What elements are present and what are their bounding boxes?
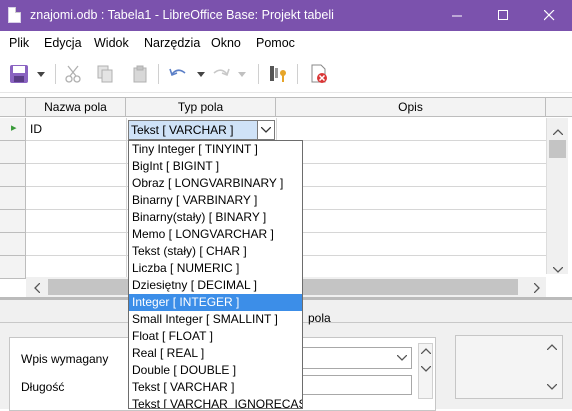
help-text-box — [455, 335, 563, 399]
grid-vertical-scrollbar[interactable] — [546, 118, 568, 274]
type-option[interactable]: Double [ DOUBLE ] — [129, 362, 302, 379]
type-option[interactable]: Small Integer [ SMALLINT ] — [129, 311, 302, 328]
length-label: Długość — [21, 380, 65, 394]
menu-edit[interactable]: Edycja — [44, 36, 82, 50]
properties-section-label: pola — [308, 311, 331, 325]
menu-window[interactable]: Okno — [211, 36, 241, 50]
field-type-dropdown-list: Tiny Integer [ TINYINT ] BigInt [ BIGINT… — [128, 140, 303, 409]
menu-file[interactable]: Plik — [9, 36, 29, 50]
undo-dropdown-button[interactable] — [195, 63, 207, 85]
type-option-selected[interactable]: Integer [ INTEGER ] — [129, 294, 302, 311]
type-option[interactable]: Obraz [ LONGVARBINARY ] — [129, 175, 302, 192]
redo-button[interactable] — [210, 63, 232, 85]
grid-header-filler — [546, 97, 572, 117]
paste-button[interactable] — [130, 63, 152, 85]
copy-icon — [97, 65, 113, 83]
grid-line — [126, 118, 127, 278]
scroll-up-icon[interactable] — [552, 124, 564, 138]
scissors-icon — [65, 65, 81, 83]
maximize-icon — [497, 10, 508, 20]
row-header-current[interactable]: ▸ — [0, 118, 26, 141]
minimize-button[interactable] — [434, 0, 480, 31]
description-cell[interactable] — [280, 122, 540, 138]
toolbar-separator — [158, 64, 159, 84]
save-button[interactable] — [8, 63, 30, 85]
redo-icon — [213, 68, 230, 77]
row-header[interactable] — [0, 164, 26, 187]
type-option[interactable]: Dziesiętny [ DECIMAL ] — [129, 277, 302, 294]
menu-tools[interactable]: Narzędzia — [144, 36, 200, 50]
chevron-down-icon — [197, 71, 205, 77]
scroll-right-icon[interactable] — [533, 282, 540, 296]
type-option[interactable]: Binarny [ VARBINARY ] — [129, 192, 302, 209]
index-design-icon — [311, 64, 327, 83]
toolbar-separator — [258, 64, 259, 84]
primary-key-icon — [270, 66, 286, 82]
toolbar-separator — [55, 64, 56, 84]
menu-bar: Plik Edycja Widok Narzędzia Okno Pomoc — [0, 31, 572, 55]
scroll-up-icon[interactable] — [547, 344, 557, 350]
row-header[interactable] — [0, 233, 26, 256]
index-design-button[interactable] — [308, 63, 330, 85]
chevron-down-icon — [261, 127, 271, 133]
scroll-down-icon[interactable] — [552, 262, 564, 276]
type-option[interactable]: Memo [ LONGVARCHAR ] — [129, 226, 302, 243]
maximize-button[interactable] — [480, 0, 526, 31]
save-icon — [10, 65, 28, 83]
type-option[interactable]: Tekst (stały) [ CHAR ] — [129, 243, 302, 260]
menu-help[interactable]: Pomoc — [256, 36, 295, 50]
scroll-up-icon[interactable] — [421, 348, 431, 354]
copy-button[interactable] — [94, 63, 116, 85]
length-spinbox[interactable] — [300, 375, 412, 395]
column-header-description[interactable]: Opis — [276, 97, 546, 117]
type-option[interactable]: Liczba [ NUMERIC ] — [129, 260, 302, 277]
menu-view[interactable]: Widok — [94, 36, 129, 50]
primary-key-button[interactable] — [268, 63, 290, 85]
paste-icon — [133, 65, 147, 83]
undo-icon — [169, 68, 186, 77]
type-option[interactable]: Float [ FLOAT ] — [129, 328, 302, 345]
redo-dropdown-button[interactable] — [236, 63, 248, 85]
document-icon — [8, 7, 21, 23]
field-name-cell[interactable]: ID — [30, 122, 42, 136]
type-option[interactable]: Binarny(stały) [ BINARY ] — [129, 209, 302, 226]
toolbar — [0, 55, 572, 93]
close-icon — [543, 10, 554, 21]
cut-button[interactable] — [62, 63, 84, 85]
scroll-left-icon[interactable] — [34, 282, 41, 296]
help-scrollbar[interactable] — [545, 338, 560, 396]
grid-corner — [0, 97, 26, 117]
row-header[interactable] — [0, 210, 26, 233]
type-option[interactable]: Tekst [ VARCHAR_IGNORECASE ] — [129, 396, 302, 408]
required-select[interactable] — [300, 347, 412, 369]
chevron-down-icon — [393, 348, 411, 368]
row-header[interactable] — [0, 141, 26, 164]
toolbar-separator — [297, 64, 298, 84]
type-option[interactable]: Tekst [ VARCHAR ] — [129, 379, 302, 396]
undo-button[interactable] — [167, 63, 189, 85]
field-type-combobox[interactable]: Tekst [ VARCHAR ] — [128, 120, 275, 140]
title-bar: znajomi.odb : Tabela1 - LibreOffice Base… — [0, 0, 572, 31]
window-title: znajomi.odb : Tabela1 - LibreOffice Base… — [30, 8, 334, 22]
close-button[interactable] — [526, 0, 572, 31]
properties-scrollbar[interactable] — [418, 343, 433, 399]
scroll-thumb[interactable] — [549, 140, 566, 158]
required-label: Wpis wymagany — [21, 352, 109, 366]
minimize-icon — [451, 15, 462, 17]
chevron-down-icon — [238, 71, 246, 77]
type-option[interactable]: Tiny Integer [ TINYINT ] — [129, 141, 302, 158]
save-dropdown-button[interactable] — [34, 63, 48, 85]
field-type-dropdown-button[interactable] — [257, 121, 274, 139]
field-type-value: Tekst [ VARCHAR ] — [131, 123, 234, 137]
scroll-down-icon[interactable] — [421, 366, 431, 372]
row-header[interactable] — [0, 187, 26, 210]
chevron-down-icon — [37, 71, 45, 77]
type-option[interactable]: Real [ REAL ] — [129, 345, 302, 362]
type-option[interactable]: BigInt [ BIGINT ] — [129, 158, 302, 175]
column-header-field-type[interactable]: Typ pola — [126, 97, 276, 117]
row-header[interactable] — [0, 256, 26, 279]
column-header-field-name[interactable]: Nazwa pola — [26, 97, 126, 117]
scroll-down-icon[interactable] — [547, 384, 557, 390]
row-marker: ▸ — [11, 122, 17, 134]
